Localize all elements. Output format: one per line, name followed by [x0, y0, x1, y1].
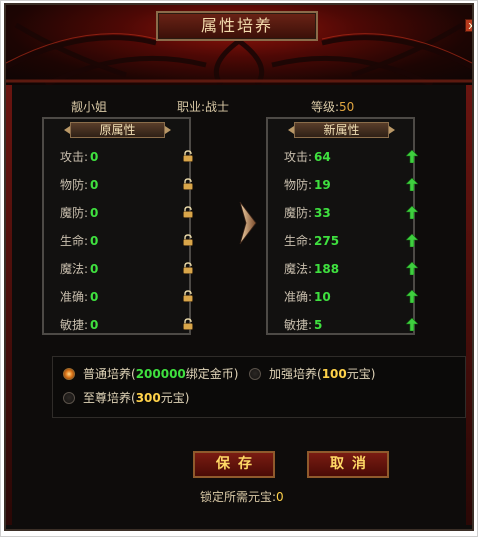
training-options-group: 普通培养(200000绑定金币) 加强培养(100元宝) 至尊培养(300元宝)	[52, 356, 466, 418]
original-attributes-header: 原属性	[64, 122, 171, 138]
increase-arrow-icon	[406, 178, 418, 191]
stat-value: 19	[314, 178, 331, 192]
normal-training-option[interactable]: 普通培养(200000绑定金币)	[63, 366, 238, 382]
stat-label: 物防:	[60, 178, 89, 192]
original-stat-row: 准确: 0	[60, 289, 193, 305]
cancel-button[interactable]: 取消	[307, 451, 389, 478]
supreme-training-prefix: 至尊培养(	[83, 391, 136, 405]
stat-value: 10	[314, 290, 331, 304]
supreme-training-option[interactable]: 至尊培养(300元宝)	[63, 390, 189, 406]
stat-label: 魔法:	[284, 262, 313, 276]
window-title: 属性培养	[156, 11, 318, 41]
stat-value: 275	[314, 234, 340, 248]
enhanced-training-amount: 100	[321, 367, 347, 381]
increase-arrow-icon	[406, 290, 418, 303]
increase-arrow-icon	[406, 150, 418, 163]
character-class: 职业:战士	[177, 100, 230, 114]
stat-value: 0	[90, 290, 99, 304]
stat-value: 0	[90, 318, 99, 332]
original-stat-row: 物防: 0	[60, 177, 193, 193]
original-stat-row: 生命: 0	[60, 233, 193, 249]
lock-icon[interactable]	[182, 262, 194, 274]
normal-training-suffix: 绑定金币)	[185, 367, 239, 381]
stat-label: 准确:	[284, 290, 313, 304]
enhanced-training-suffix: 元宝)	[346, 367, 376, 381]
normal-training-prefix: 普通培养(	[83, 367, 136, 381]
level-label: 等级:	[311, 100, 340, 114]
level-value: 50	[339, 100, 355, 114]
close-button[interactable]: x	[465, 19, 472, 32]
new-stat-row: 物防: 19	[284, 177, 418, 193]
enhanced-training-option[interactable]: 加强培养(100元宝)	[249, 366, 375, 382]
stat-label: 攻击:	[284, 150, 313, 164]
stat-label: 准确:	[60, 290, 89, 304]
stat-label: 攻击:	[60, 150, 89, 164]
new-attributes-header: 新属性	[288, 122, 395, 138]
attribute-training-window: 属性培养 x 靓小姐 职业:战士 等级:50 原属性 攻击:0 物防:0 魔防:…	[4, 3, 474, 531]
supreme-training-suffix: 元宝)	[160, 391, 190, 405]
lock-icon[interactable]	[182, 206, 194, 218]
stat-label: 生命:	[60, 234, 89, 248]
lock-icon[interactable]	[182, 318, 194, 330]
original-stat-row: 魔防: 0	[60, 205, 193, 221]
stat-label: 物防:	[284, 178, 313, 192]
stat-value: 188	[314, 262, 340, 276]
original-stat-row: 魔法: 0	[60, 261, 193, 277]
new-stat-row: 敏捷: 5	[284, 317, 418, 333]
original-stat-row: 敏捷: 0	[60, 317, 193, 333]
new-stat-row: 准确: 10	[284, 289, 418, 305]
stat-label: 生命:	[284, 234, 313, 248]
stat-value: 33	[314, 206, 331, 220]
new-attributes-panel: 新属性 攻击: 64 物防: 19 魔防: 33 生命: 275 魔法: 188 准确: 1…	[266, 117, 418, 335]
supreme-training-amount: 300	[135, 391, 161, 405]
stat-label: 魔法:	[60, 262, 89, 276]
lock-cost: 锁定所需元宝:0	[200, 488, 284, 505]
normal-training-amount: 200000	[135, 367, 186, 381]
stat-label: 敏捷:	[284, 318, 313, 332]
save-button[interactable]: 保存	[193, 451, 275, 478]
stat-value: 0	[90, 150, 99, 164]
character-name: 靓小姐	[71, 100, 108, 114]
supreme-training-radio[interactable]	[63, 392, 75, 404]
stat-value: 0	[90, 206, 99, 220]
stat-value: 64	[314, 150, 331, 164]
lock-icon[interactable]	[182, 290, 194, 302]
lock-cost-label: 锁定所需元宝:	[200, 490, 277, 504]
original-attributes-panel: 原属性 攻击: 0 物防: 0 魔防: 0 生命: 0 魔法: 0 准确: 0 敏捷: 0	[42, 117, 193, 335]
header-banner: 属性培养	[6, 5, 472, 85]
lock-cost-value: 0	[276, 490, 284, 504]
new-stat-row: 攻击: 64	[284, 149, 418, 165]
new-stat-row: 魔法: 188	[284, 261, 418, 277]
lock-icon[interactable]	[182, 234, 194, 246]
enhanced-training-radio[interactable]	[249, 368, 261, 380]
stat-value: 0	[90, 178, 99, 192]
increase-arrow-icon	[406, 206, 418, 219]
left-frame-rail	[6, 85, 12, 525]
stat-label: 敏捷:	[60, 318, 89, 332]
enhanced-training-prefix: 加强培养(	[269, 367, 322, 381]
increase-arrow-icon	[406, 262, 418, 275]
increase-arrow-icon	[406, 318, 418, 331]
original-stat-row: 攻击: 0	[60, 149, 193, 165]
stat-label: 魔防:	[284, 206, 313, 220]
new-stat-row: 魔防: 33	[284, 205, 418, 221]
new-stat-row: 生命: 275	[284, 233, 418, 249]
stat-label: 魔防:	[60, 206, 89, 220]
stat-value: 0	[90, 234, 99, 248]
character-level: 等级:50	[311, 98, 354, 115]
stat-value: 5	[314, 318, 323, 332]
right-frame-rail	[466, 85, 472, 525]
normal-training-radio[interactable]	[63, 368, 75, 380]
transfer-arrow-icon	[239, 201, 257, 245]
lock-icon[interactable]	[182, 150, 194, 162]
stat-value: 0	[90, 262, 99, 276]
increase-arrow-icon	[406, 234, 418, 247]
lock-icon[interactable]	[182, 178, 194, 190]
